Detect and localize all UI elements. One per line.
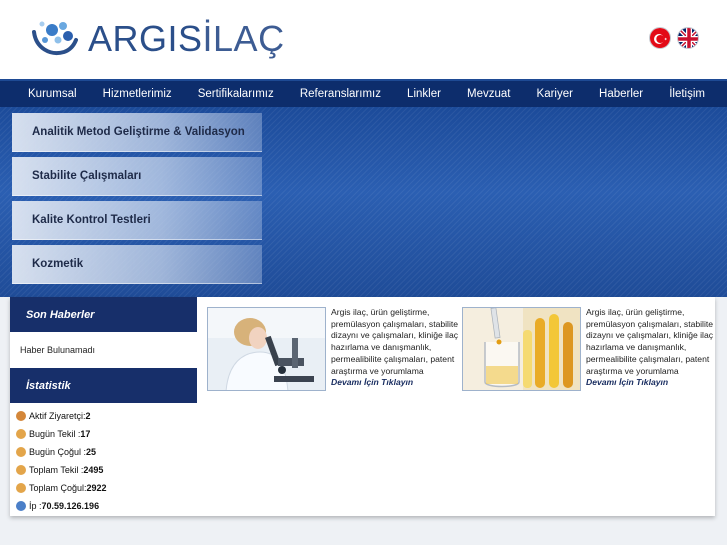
users-online-icon — [16, 411, 26, 421]
stat-row: Aktif Ziyaretçi: 2 — [16, 407, 197, 425]
service-item-kozmetik[interactable]: Kozmetik — [12, 245, 262, 284]
service-label: Kozmetik — [32, 258, 84, 270]
stat-label: İp : — [29, 501, 42, 511]
stat-value: 70.59.126.196 — [41, 501, 100, 511]
nav-item-linkler[interactable]: Linkler — [407, 88, 441, 100]
nav-item-kariyer[interactable]: Kariyer — [537, 88, 573, 100]
group-icon — [16, 483, 26, 493]
logo-name-light: İLAÇ — [202, 18, 285, 59]
service-label: Kalite Kontrol Testleri — [32, 214, 151, 226]
user-icon — [16, 429, 26, 439]
nav-item-sertifikalarimiz[interactable]: Sertifikalarımız — [198, 88, 274, 100]
nav-item-mevzuat[interactable]: Mevzuat — [467, 88, 510, 100]
service-label: Analitik Metod Geliştirme & Validasyon — [32, 126, 245, 138]
stat-row: İp : 70.59.126.196 — [16, 497, 197, 515]
stats-heading: İstatistik — [10, 368, 197, 403]
read-more-link[interactable]: Devamı İçin Tıklayın — [586, 377, 714, 389]
content-panel: Son Haberler Haber Bulunamadı İstatistik… — [10, 297, 715, 516]
globe-icon — [16, 501, 26, 511]
card-description: Argis ilaç, ürün geliştirme, premülasyon… — [331, 307, 459, 376]
news-card: Argis ilaç, ürün geliştirme, premülasyon… — [207, 307, 459, 397]
language-switcher — [649, 27, 699, 49]
logo-text: ARGISİLAÇ — [88, 18, 285, 60]
stat-row: Bugün Çoğul :25 — [16, 443, 197, 461]
stat-label: Bugün Çoğul : — [29, 447, 87, 457]
news-heading: Son Haberler — [10, 297, 197, 332]
nav-item-hizmetlerimiz[interactable]: Hizmetlerimiz — [103, 88, 172, 100]
service-label: Stabilite Çalışmaları — [32, 170, 142, 182]
stat-row: Toplam Çoğul: 2922 — [16, 479, 197, 497]
stat-value: 2922 — [86, 483, 107, 493]
scientist-microscope-image[interactable] — [207, 307, 326, 391]
stat-value: 17 — [80, 429, 91, 439]
service-item-kalite[interactable]: Kalite Kontrol Testleri — [12, 201, 262, 240]
hero-banner: Analitik Metod Geliştirme & Validasyon S… — [0, 107, 727, 297]
card-description: Argis ilaç, ürün geliştirme, premülasyon… — [586, 307, 714, 376]
news-empty-text: Haber Bulunamadı — [20, 345, 96, 355]
users-icon — [16, 447, 26, 457]
nav-item-haberler[interactable]: Haberler — [599, 88, 643, 100]
service-item-stabilite[interactable]: Stabilite Çalışmaları — [12, 157, 262, 196]
card-text: Argis ilaç, ürün geliştirme, premülasyon… — [331, 307, 459, 389]
stat-value: 25 — [86, 447, 97, 457]
stat-value: 2 — [85, 411, 91, 421]
nav-item-referanslarimiz[interactable]: Referanslarımız — [300, 88, 381, 100]
turkey-flag-icon[interactable] — [649, 27, 671, 49]
stat-label: Bugün Tekil : — [29, 429, 81, 439]
stat-row: Toplam Tekil :2495 — [16, 461, 197, 479]
card-text: Argis ilaç, ürün geliştirme, premülasyon… — [586, 307, 714, 389]
news-card: Argis ilaç, ürün geliştirme, premülasyon… — [462, 307, 714, 397]
stat-row: Bugün Tekil :17 — [16, 425, 197, 443]
logo-name-bold: ARGIS — [88, 18, 203, 59]
sidebar: Son Haberler Haber Bulunamadı İstatistik… — [10, 297, 197, 516]
uk-flag-icon[interactable] — [677, 27, 699, 49]
stat-label: Aktif Ziyaretçi: — [29, 411, 86, 421]
nav-item-iletisim[interactable]: İletişim — [669, 88, 705, 100]
stat-value: 2495 — [83, 465, 104, 475]
service-item-analitik[interactable]: Analitik Metod Geliştirme & Validasyon — [12, 113, 262, 152]
stat-label: Toplam Tekil : — [29, 465, 84, 475]
stats-list: Aktif Ziyaretçi: 2 Bugün Tekil :17 Bugün… — [10, 403, 197, 515]
read-more-link[interactable]: Devamı İçin Tıklayın — [331, 377, 459, 389]
logo[interactable]: ARGISİLAÇ — [30, 18, 285, 60]
main-nav: Kurumsal Hizmetlerimiz Sertifikalarımız … — [0, 79, 727, 107]
test-tubes-image[interactable] — [462, 307, 581, 391]
stat-label: Toplam Çoğul: — [29, 483, 87, 493]
molecule-logo-icon — [32, 21, 78, 55]
header: ARGISİLAÇ — [0, 0, 727, 79]
group-icon — [16, 465, 26, 475]
nav-item-kurumsal[interactable]: Kurumsal — [28, 88, 77, 100]
